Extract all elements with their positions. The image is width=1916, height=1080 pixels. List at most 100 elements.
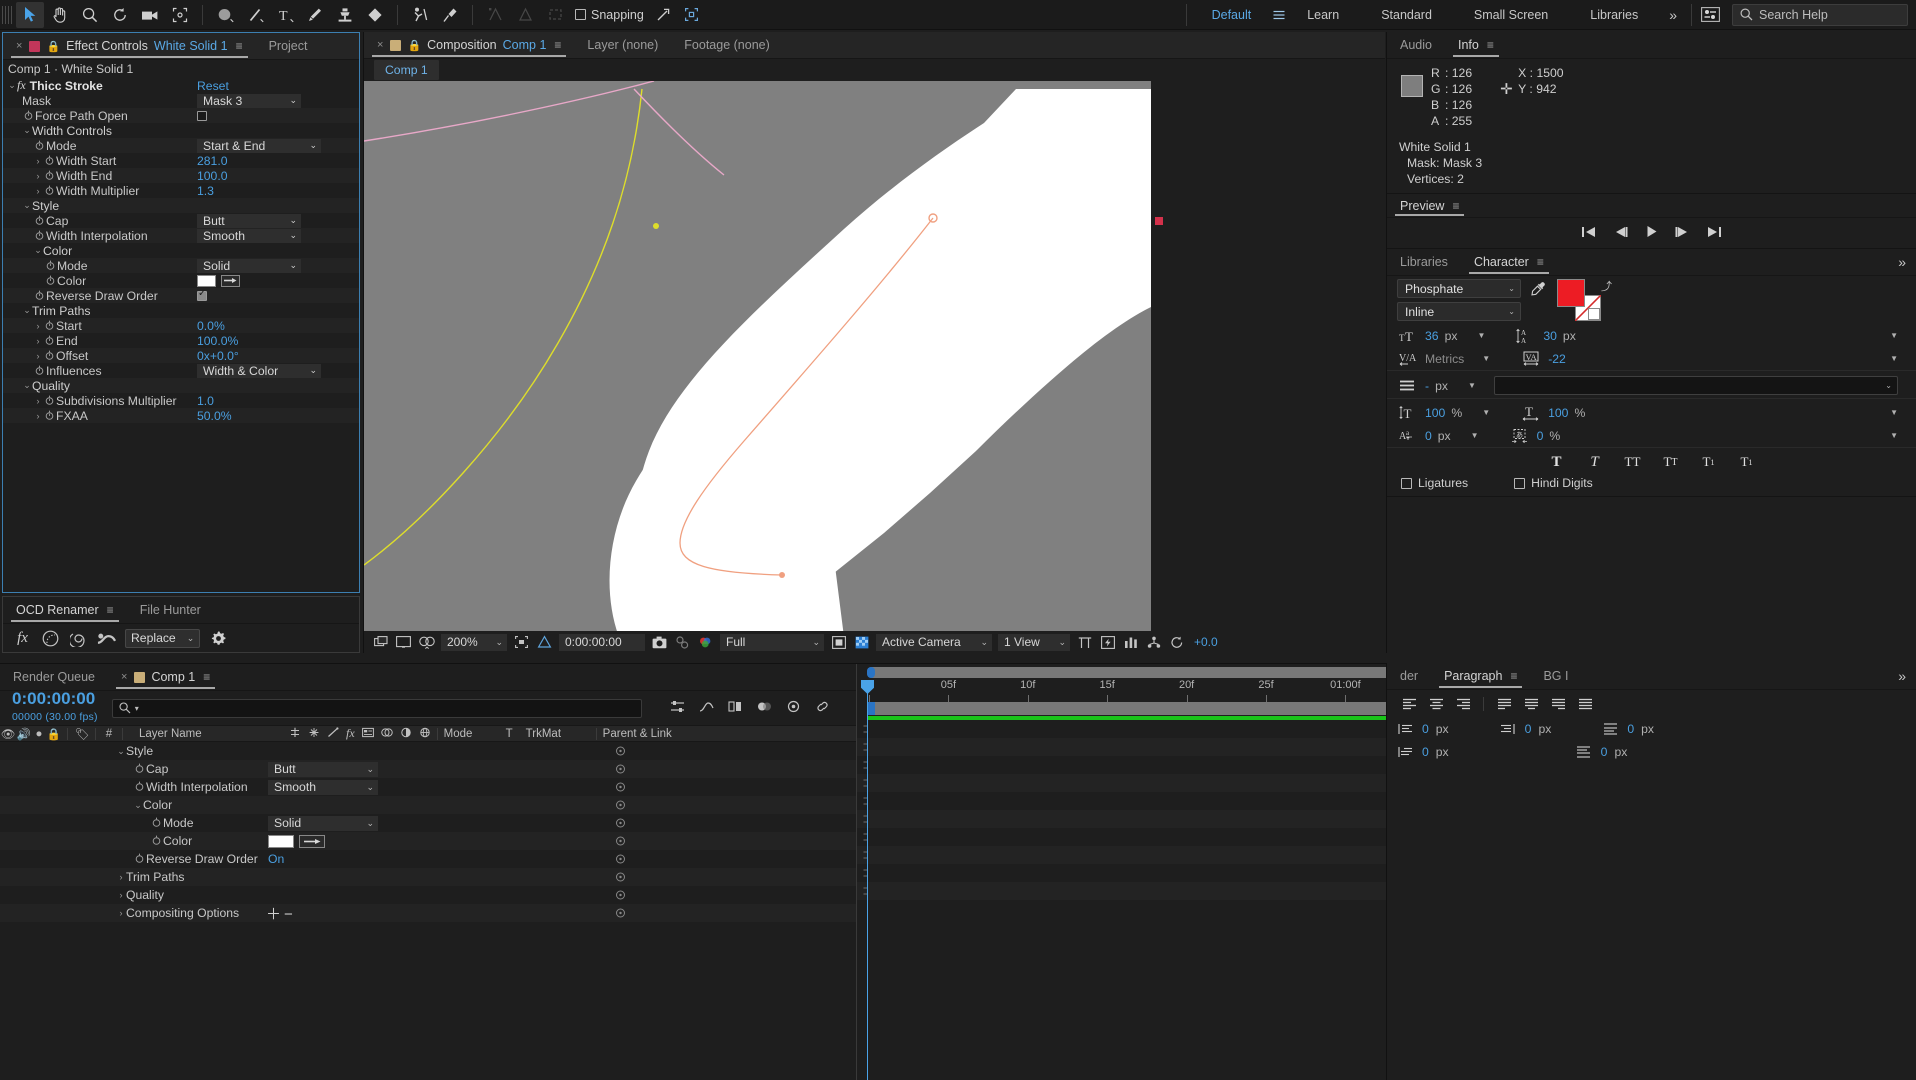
- effect-param-row[interactable]: › Width Start 281.0: [3, 153, 359, 168]
- effect-param-checkbox[interactable]: [197, 288, 207, 301]
- font-size-value[interactable]: 36: [1425, 329, 1439, 343]
- play-icon[interactable]: [1645, 225, 1658, 241]
- swoosh-icon[interactable]: [97, 629, 116, 648]
- swap-colors-icon[interactable]: ⤴: [1601, 278, 1612, 294]
- roto-brush-tool[interactable]: [406, 2, 434, 28]
- twirl-down-icon[interactable]: ⌄: [133, 800, 143, 811]
- color-swatch[interactable]: [268, 834, 294, 848]
- next-frame-icon[interactable]: [1675, 226, 1690, 241]
- panel-menu-icon[interactable]: ≡: [1487, 38, 1494, 52]
- camera-view-dropdown[interactable]: Active Camera ⌄: [876, 633, 992, 651]
- graph-editor-toggle[interactable]: [614, 904, 626, 922]
- workspace-libraries[interactable]: Libraries: [1569, 0, 1659, 30]
- effect-param-dropdown[interactable]: Smooth ⌄: [197, 228, 301, 243]
- effect-param-row[interactable]: Influences Width & Color ⌄: [3, 363, 359, 378]
- graph-editor-icon[interactable]: [699, 700, 714, 716]
- effect-param-row[interactable]: Width Interpolation Smooth ⌄: [3, 228, 359, 243]
- reset-exposure-icon[interactable]: [1168, 634, 1185, 651]
- effect-param-row[interactable]: Cap Butt ⌄: [3, 213, 359, 228]
- effect-param-row[interactable]: ⌄ Trim Paths: [3, 303, 359, 318]
- quality-icon[interactable]: [327, 726, 339, 741]
- work-area-start-handle[interactable]: [867, 702, 875, 715]
- paragraph-overflow-chevron[interactable]: »: [1888, 668, 1916, 684]
- last-frame-icon[interactable]: [1707, 226, 1722, 241]
- effect-param-value[interactable]: 100.0: [197, 169, 228, 183]
- take-snapshot-icon[interactable]: [651, 634, 668, 651]
- stopwatch-icon[interactable]: [133, 852, 146, 866]
- graph-editor-toggle[interactable]: [614, 760, 626, 778]
- effect-param-row[interactable]: ⌄ Style: [3, 198, 359, 213]
- brainstorm-icon[interactable]: [786, 700, 801, 716]
- snap-frame-icon[interactable]: [678, 2, 706, 28]
- link-icon[interactable]: [815, 700, 830, 716]
- vertical-scale-value[interactable]: 100: [1425, 406, 1445, 420]
- effect-param-row[interactable]: Mode Start & End ⌄: [3, 138, 359, 153]
- twirl-down-icon[interactable]: ⌄: [33, 245, 43, 256]
- shy-icon[interactable]: [289, 727, 301, 741]
- selection-tool[interactable]: [16, 1, 44, 28]
- comp-chip[interactable]: Comp 1: [374, 60, 439, 80]
- close-icon[interactable]: ×: [377, 39, 383, 51]
- always-preview-icon[interactable]: [372, 634, 389, 651]
- effect-param-dropdown[interactable]: Solid ⌄: [197, 258, 301, 273]
- panel-menu-icon[interactable]: ≡: [1452, 199, 1459, 213]
- composition-canvas[interactable]: [364, 81, 1151, 637]
- lock-icon[interactable]: 🔒: [46, 40, 60, 53]
- magnification-dropdown[interactable]: 200% ⌄: [441, 633, 507, 651]
- effect-param-row[interactable]: › Width End 100.0: [3, 168, 359, 183]
- view-count-dropdown[interactable]: 1 View ⌄: [998, 633, 1070, 651]
- kerning-value[interactable]: Metrics: [1425, 352, 1464, 366]
- camera-tool[interactable]: [136, 2, 164, 28]
- stopwatch-icon[interactable]: [33, 364, 46, 378]
- twirl-right-icon[interactable]: ›: [33, 411, 43, 421]
- superscript-button[interactable]: T1: [1696, 452, 1722, 472]
- tracking-value[interactable]: -22: [1548, 352, 1566, 366]
- effect-header-row[interactable]: ⌄ fx Thicc Stroke Reset: [3, 78, 359, 93]
- ligatures-toggle[interactable]: Ligatures: [1401, 476, 1468, 490]
- zoom-tool[interactable]: [76, 2, 104, 28]
- twirl-down-icon[interactable]: ⌄: [116, 746, 126, 757]
- shape-tool[interactable]: [211, 2, 239, 28]
- graph-editor-toggle[interactable]: [614, 778, 626, 796]
- hindi-digits-checkbox[interactable]: [1514, 477, 1526, 489]
- stopwatch-icon[interactable]: [22, 109, 35, 123]
- stopwatch-icon[interactable]: [150, 816, 163, 830]
- stopwatch-icon[interactable]: [43, 154, 56, 168]
- tab-footage[interactable]: Footage (none): [671, 32, 782, 59]
- exposure-value[interactable]: +0.0: [1191, 635, 1221, 649]
- stroke-width-value[interactable]: -: [1425, 379, 1429, 393]
- justify-last-right-icon[interactable]: [1548, 695, 1568, 712]
- effect-param-value[interactable]: 1.3: [197, 184, 214, 198]
- effect-param-row[interactable]: Mask Mask 3 ⌄: [3, 93, 359, 108]
- previous-frame-icon[interactable]: [1613, 226, 1628, 241]
- twirl-right-icon[interactable]: ›: [116, 908, 126, 918]
- timeline-current-time[interactable]: 0:00:00:00 00000 (30.00 fps): [12, 690, 98, 726]
- effect-param-row[interactable]: › Start 0.0%: [3, 318, 359, 333]
- effect-param-row[interactable]: › Width Multiplier 1.3: [3, 183, 359, 198]
- stopwatch-icon[interactable]: [43, 394, 56, 408]
- stopwatch-icon[interactable]: [44, 259, 57, 273]
- workspace-menu-icon[interactable]: [1272, 10, 1286, 20]
- font-style-dropdown[interactable]: Inline ⌄: [1397, 302, 1521, 321]
- first-frame-icon[interactable]: [1581, 226, 1596, 241]
- effect-param-dropdown[interactable]: Start & End ⌄: [197, 138, 321, 153]
- workspace-default[interactable]: Default: [1191, 0, 1273, 30]
- stroke-width-dropdown-arrow[interactable]: ▼: [1468, 381, 1476, 390]
- effect-param-value[interactable]: 1.0: [197, 394, 214, 408]
- tsume-value[interactable]: 0: [1537, 429, 1544, 443]
- puppet-pin-tool[interactable]: [436, 2, 464, 28]
- all-caps-button[interactable]: TT: [1620, 452, 1646, 472]
- align-center-icon[interactable]: [1426, 695, 1446, 712]
- toolbar-grip[interactable]: [2, 5, 12, 24]
- twirl-down-icon[interactable]: ⌄: [22, 305, 32, 316]
- timeline-search-input[interactable]: ▾: [111, 698, 642, 718]
- column-layer-name[interactable]: Layer Name: [127, 728, 277, 740]
- pen-tool[interactable]: [241, 2, 269, 28]
- tab-bg[interactable]: BG I: [1530, 663, 1581, 690]
- stopwatch-icon[interactable]: [133, 780, 146, 794]
- color-swatch[interactable]: [197, 274, 216, 287]
- tab-render[interactable]: der: [1387, 663, 1431, 690]
- hand-tool[interactable]: [46, 2, 74, 28]
- graph-editor-toggle[interactable]: [614, 814, 626, 832]
- stopwatch-icon[interactable]: [44, 274, 57, 288]
